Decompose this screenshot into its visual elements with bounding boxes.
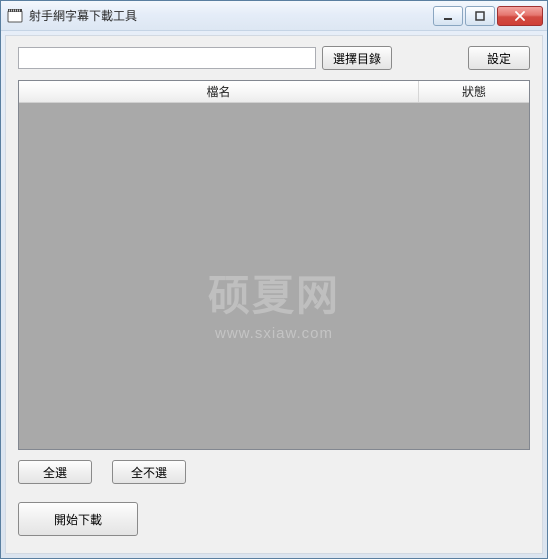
settings-button[interactable]: 設定 <box>468 46 530 70</box>
title-bar: 射手網字幕下載工具 <box>1 1 547 31</box>
client-area: 選擇目錄 設定 檔名 狀態 硕夏网 www.sxiaw.com 全選 全不選 <box>5 35 543 554</box>
watermark-text: 硕夏网 <box>19 262 529 323</box>
column-header-status[interactable]: 狀態 <box>419 81 529 102</box>
select-all-button[interactable]: 全選 <box>18 460 92 484</box>
listview-header: 檔名 狀態 <box>19 81 529 103</box>
app-icon <box>7 8 23 24</box>
directory-input[interactable] <box>18 47 316 69</box>
maximize-button[interactable] <box>465 6 495 26</box>
browse-directory-button[interactable]: 選擇目錄 <box>322 46 392 70</box>
column-header-filename[interactable]: 檔名 <box>19 81 419 102</box>
start-download-button[interactable]: 開始下載 <box>18 502 138 536</box>
path-row: 選擇目錄 設定 <box>18 46 530 70</box>
listview-body: 硕夏网 www.sxiaw.com <box>19 103 529 449</box>
window-title: 射手網字幕下載工具 <box>29 7 433 24</box>
file-listview[interactable]: 檔名 狀態 硕夏网 www.sxiaw.com <box>18 80 530 450</box>
start-row: 開始下載 <box>18 502 530 536</box>
app-window: 射手網字幕下載工具 選擇目錄 設定 檔名 狀態 <box>0 0 548 559</box>
watermark-url: www.sxiaw.com <box>19 325 529 342</box>
select-none-button[interactable]: 全不選 <box>112 460 186 484</box>
watermark: 硕夏网 www.sxiaw.com <box>19 262 529 342</box>
window-controls <box>433 6 543 26</box>
minimize-button[interactable] <box>433 6 463 26</box>
selection-row: 全選 全不選 <box>18 460 530 484</box>
close-button[interactable] <box>497 6 543 26</box>
